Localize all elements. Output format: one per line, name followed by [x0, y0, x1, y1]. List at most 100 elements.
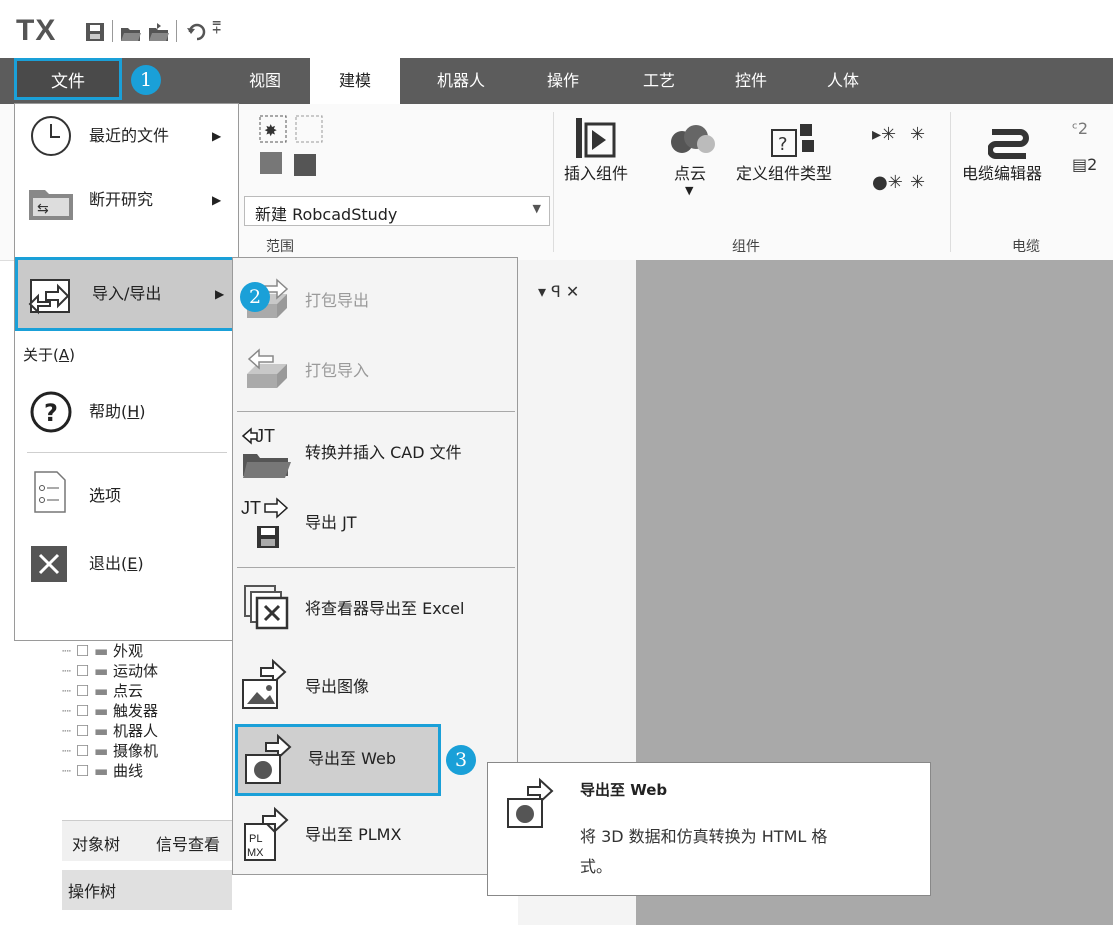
menu-label: 最近的文件 [89, 126, 170, 145]
menu-item-export-plmx[interactable]: PL MX 导出至 PLMX [233, 800, 517, 870]
menu-item-options[interactable]: 选项 [15, 464, 238, 528]
menu-label: 导出 JT [305, 513, 357, 532]
export-image-icon [242, 658, 287, 709]
tree-item[interactable]: ┈ ☐ ▬ 触发器 [62, 700, 158, 720]
svg-text:▤2: ▤2 [1072, 155, 1097, 174]
point-cloud-icon[interactable] [668, 124, 716, 154]
menu-item-recent-files[interactable]: 最近的文件 ▶ [15, 104, 238, 168]
save-icon[interactable] [84, 22, 106, 42]
svg-text:?: ? [44, 399, 58, 427]
file-tab[interactable]: 文件 [14, 58, 122, 100]
menu-item-import-export[interactable]: 导入/导出 ▶ [15, 257, 238, 331]
open-folder-icon[interactable] [148, 22, 170, 42]
svg-text:▸✳: ▸✳ [872, 124, 896, 145]
svg-text:?: ? [778, 134, 788, 155]
clock-icon [31, 116, 71, 156]
cable-editor-label[interactable]: 电缆编辑器 [962, 160, 1042, 184]
menu-item-disconnect-study[interactable]: ⇆ 断开研究 ▶ [15, 168, 238, 232]
help-icon: ? [30, 391, 72, 433]
point-cloud-label[interactable]: 点云 [674, 160, 706, 184]
tree-item[interactable]: ┈ ☐ ▬ 机器人 [62, 720, 158, 740]
tree-item[interactable]: ┈ ☐ ▬ 曲线 [62, 760, 143, 780]
tab-model[interactable]: 建模 [310, 58, 400, 104]
component-tools-icon[interactable]: ▸✳ ✳ ●✳ ✳ [872, 118, 942, 194]
tab-human[interactable]: 人体 [808, 58, 878, 104]
app-logo: TX [16, 14, 57, 47]
menu-label: 导出图像 [305, 677, 370, 696]
tab-robot[interactable]: 机器人 [416, 58, 506, 104]
panel-pin-controls[interactable]: ▾ ꟼ ✕ [538, 282, 579, 301]
define-component-type-label[interactable]: 定义组件类型 [736, 160, 832, 184]
import-export-icon [28, 279, 70, 315]
customize-icon[interactable]: ⩱ [212, 18, 221, 38]
menu-item-pack-export[interactable]: 打包导出 [233, 266, 517, 336]
title-bar: TX ⩱ [0, 0, 1113, 55]
cable-editor-icon[interactable] [988, 126, 1030, 162]
undo-icon[interactable] [186, 22, 208, 42]
insert-component-label[interactable]: 插入组件 [564, 160, 628, 184]
submenu-arrow-icon: ▶ [212, 129, 222, 143]
study-select[interactable]: 新建 RobcadStudy ▼ [244, 196, 550, 226]
menu-item-exit[interactable]: 退出(E) [15, 532, 238, 596]
tree-item[interactable]: ┈ ☐ ▬ 运动体 [62, 660, 158, 680]
chevron-down-icon[interactable]: ▼ [685, 184, 693, 197]
menu-item-export-jt[interactable]: JT 导出 JT [233, 488, 517, 558]
menu-item-convert-insert-cad[interactable]: JT 转换并插入 CAD 文件 [233, 418, 517, 488]
menu-item-about[interactable]: 关于(A) [23, 344, 75, 365]
import-export-submenu: 打包导出 打包导入 JT 转换并插入 CAD 文件 JT 导出 JT 将查看器导… [232, 257, 518, 875]
export-plmx-icon: PL MX [244, 806, 289, 861]
step-badge-2: 2 [240, 282, 270, 312]
submenu-arrow-icon: ▶ [215, 287, 225, 301]
excel-export-icon [244, 585, 289, 630]
svg-text:✳: ✳ [910, 124, 925, 145]
tree-item[interactable]: ┈ ☐ ▬ 摄像机 [62, 740, 158, 760]
qa-divider [112, 20, 113, 42]
menu-label: 选项 [89, 486, 122, 505]
svg-text:PL: PL [249, 833, 262, 845]
tab-process[interactable]: 工艺 [624, 58, 694, 104]
open-icon[interactable] [120, 22, 142, 42]
step-badge-1: 1 [131, 65, 161, 95]
object-tree: ┈ ☐ ▬ 外观 ┈ ☐ ▬ 运动体 ┈ ☐ ▬ 点云 ┈ ☐ ▬ 触发器 ┈ … [62, 640, 232, 840]
define-component-type-icon[interactable]: ? [770, 118, 820, 162]
svg-text:✸: ✸ [264, 121, 277, 140]
tab-operation[interactable]: 操作 [528, 58, 598, 104]
menu-item-export-web[interactable]: 导出至 Web [235, 724, 441, 796]
svg-text:⇆: ⇆ [37, 201, 49, 217]
export-web-tooltip: 导出至 Web 将 3D 数据和仿真转换为 HTML 格 式。 [487, 762, 931, 896]
menu-label: 转换并插入 CAD 文件 [305, 443, 462, 462]
cable-tools-icon[interactable]: ᶜ2 ▤2 [1070, 114, 1110, 184]
menu-label: 导入/导出 [92, 284, 162, 303]
tooltip-body-line1: 将 3D 数据和仿真转换为 HTML 格 [580, 827, 828, 846]
tab-object-tree[interactable]: 对象树 [72, 831, 120, 855]
scope-tools-icon[interactable]: ✸ [258, 114, 328, 184]
menu-label: 将查看器导出至 Excel [305, 599, 465, 618]
menu-item-help[interactable]: ? 帮助(H) [15, 380, 238, 444]
export-web-icon [507, 777, 554, 828]
svg-text:JT: JT [241, 498, 261, 518]
group-divider [553, 112, 554, 252]
tab-signal-viewer[interactable]: 信号查看 [156, 831, 220, 855]
chevron-down-icon: ▼ [532, 202, 541, 215]
tab-control[interactable]: 控件 [716, 58, 786, 104]
svg-text:✳: ✳ [910, 172, 925, 193]
menu-item-pack-import[interactable]: 打包导入 [233, 336, 517, 406]
menu-label: 导出至 Web [308, 749, 396, 768]
menu-label: 帮助(H) [89, 402, 146, 421]
convert-cad-icon: JT [241, 426, 291, 478]
svg-text:MX: MX [247, 847, 264, 859]
insert-component-icon[interactable] [576, 118, 616, 160]
svg-text:ᶜ2: ᶜ2 [1072, 119, 1088, 138]
menu-item-export-image[interactable]: 导出图像 [233, 652, 517, 722]
tree-item[interactable]: ┈ ☐ ▬ 外观 [62, 640, 143, 660]
menu-item-export-viewer-excel[interactable]: 将查看器导出至 Excel [233, 574, 517, 644]
tab-view[interactable]: 视图 [240, 58, 290, 104]
submenu-arrow-icon: ▶ [212, 193, 222, 207]
menu-separator [237, 411, 515, 412]
close-icon [31, 546, 67, 582]
pack-import-icon [247, 348, 287, 388]
tree-item[interactable]: ┈ ☐ ▬ 点云 [62, 680, 143, 700]
export-jt-icon: JT [241, 497, 289, 548]
group-label-scope: 范围 [266, 239, 294, 255]
file-menu: 最近的文件 ▶ ⇆ 断开研究 ▶ 导入/导出 ▶ 关于(A) ? 帮助(H) 选… [14, 103, 239, 641]
